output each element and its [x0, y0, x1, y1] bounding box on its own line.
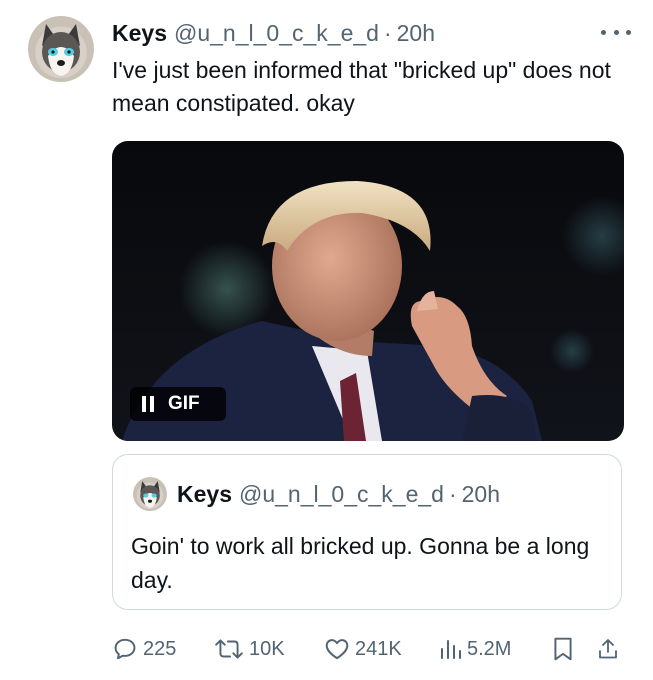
bookmark-button[interactable] — [552, 636, 574, 662]
quoted-tweet-timestamp: 20h — [461, 480, 500, 507]
husky-avatar-image — [140, 481, 160, 508]
pause-icon[interactable] — [142, 396, 154, 412]
bookmark-icon — [554, 637, 572, 661]
views-button[interactable]: 5.2M — [438, 636, 511, 662]
like-count: 241K — [355, 637, 402, 660]
quoted-author-handle: @u_n_l_0_c_k_e_d — [238, 480, 444, 507]
more-dot — [613, 29, 619, 35]
author-name[interactable]: Keys — [112, 20, 167, 47]
tweet-media-gif[interactable]: GIF — [112, 141, 624, 441]
tweet-action-bar: 225 10K 241K 5.2M — [112, 634, 632, 668]
share-button[interactable] — [596, 636, 620, 662]
quoted-tweet-header: Keys @u_n_l_0_c_k_e_d · 20h — [177, 477, 500, 511]
share-upload-icon — [599, 639, 617, 659]
reply-count: 225 — [143, 637, 177, 660]
husky-avatar-image — [42, 24, 80, 76]
gif-label: GIF — [168, 393, 200, 414]
quoted-tweet[interactable]: Keys @u_n_l_0_c_k_e_d · 20h Goin' to wor… — [112, 454, 622, 610]
repost-arrows-icon — [215, 639, 243, 659]
bar-chart-icon — [441, 640, 461, 659]
author-handle[interactable]: @u_n_l_0_c_k_e_d — [174, 20, 379, 47]
gif-badge[interactable]: GIF — [130, 387, 226, 421]
tweet-header: Keys @u_n_l_0_c_k_e_d · 20h — [112, 16, 633, 50]
more-options-button[interactable] — [601, 22, 631, 42]
more-dot — [626, 29, 631, 35]
like-button[interactable]: 241K — [324, 636, 402, 662]
reply-button[interactable]: 225 — [112, 636, 176, 662]
heart-icon — [325, 639, 349, 660]
quoted-tweet-text: Goin' to work all bricked up. Gonna be a… — [131, 533, 590, 593]
quoted-author-avatar — [133, 477, 167, 511]
more-horizontal-icon — [601, 29, 606, 35]
separator-dot: · — [448, 480, 457, 507]
tweet-timestamp[interactable]: 20h — [397, 20, 435, 47]
separator-dot: · — [383, 19, 392, 46]
view-count: 5.2M — [467, 637, 512, 660]
tweet-text: I've just been informed that "bricked up… — [112, 57, 611, 116]
author-avatar[interactable] — [28, 16, 94, 82]
quoted-author-name: Keys — [177, 480, 232, 507]
reply-bubble-icon — [114, 638, 136, 660]
repost-button[interactable]: 10K — [214, 636, 285, 662]
repost-count: 10K — [249, 637, 285, 660]
